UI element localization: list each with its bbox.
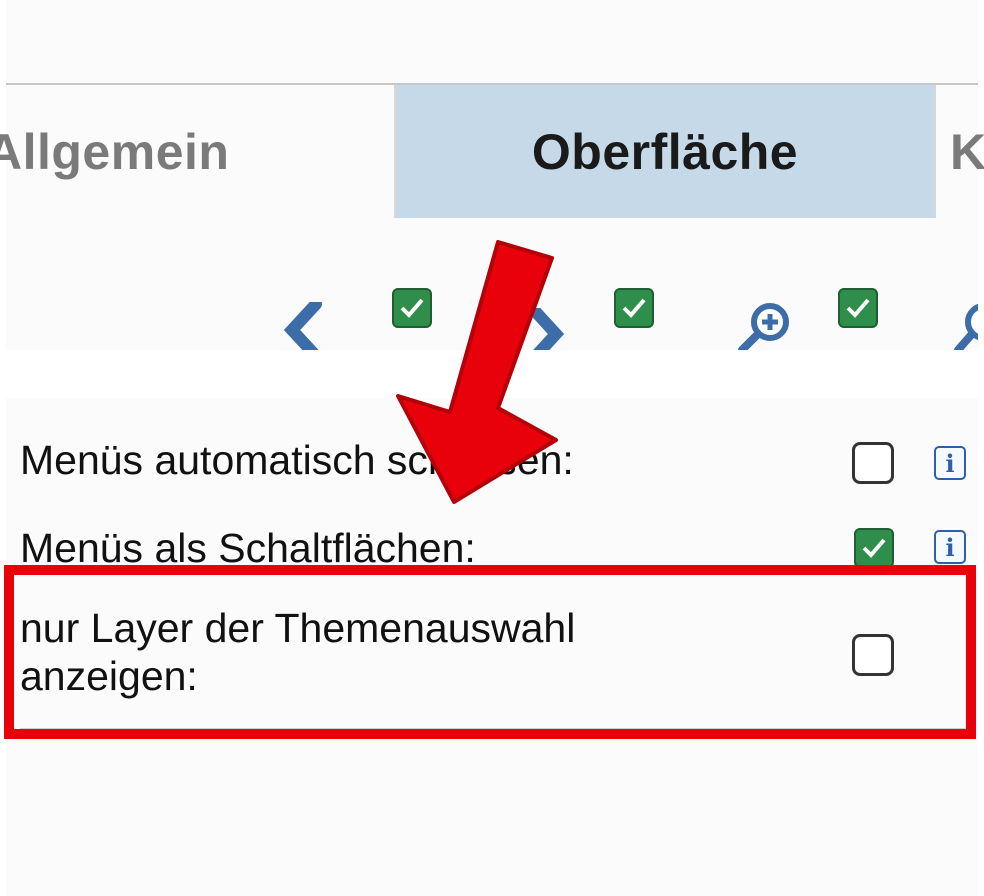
info-icon[interactable]: i <box>934 530 966 564</box>
checkbox-layer-theme-selection[interactable] <box>852 634 894 676</box>
settings-page: Allgemein Oberfläche K Menüs automatisch… <box>0 0 984 896</box>
tab-next-partial-label: K <box>950 123 984 180</box>
tab-oberflaeche[interactable]: Oberfläche <box>394 85 936 218</box>
zoom-out-icon <box>954 303 978 350</box>
chevron-left-icon <box>283 302 322 350</box>
tab-bar: Allgemein Oberfläche K <box>0 83 984 220</box>
checkmark-icon <box>846 298 870 318</box>
settings-list: Menüs automatisch schließen: i Menüs als… <box>6 398 978 896</box>
tab-allgemein-label: Allgemein <box>0 123 230 180</box>
setting-label-auto-close-menus: Menüs automatisch schließen: <box>20 437 574 483</box>
info-icon[interactable]: i <box>934 446 966 480</box>
toolbar-checkbox-3[interactable] <box>838 288 878 328</box>
checkmark-icon <box>862 538 886 558</box>
setting-label-line2: anzeigen: <box>20 653 198 699</box>
row-divider <box>20 728 970 730</box>
checkmark-icon <box>400 298 424 318</box>
tab-oberflaeche-label: Oberfläche <box>531 123 799 180</box>
tab-next-partial[interactable]: K <box>950 85 984 218</box>
zoom-in-icon <box>738 303 789 350</box>
section-gap <box>0 350 984 398</box>
checkmark-icon <box>622 298 646 318</box>
setting-label-line1: nur Layer der Themenauswahl <box>20 605 576 651</box>
chevron-right-icon <box>528 308 565 350</box>
setting-label-layer-theme-selection: nur Layer der Themenauswahl anzeigen: <box>20 604 575 700</box>
checkbox-auto-close-menus[interactable] <box>852 442 894 484</box>
toolbar-checkbox-1[interactable] <box>392 288 432 328</box>
heading-remnant <box>566 0 612 6</box>
checkbox-menus-as-buttons[interactable] <box>854 528 894 568</box>
tab-allgemein[interactable]: Allgemein <box>0 85 402 218</box>
toolbar-options-row <box>6 218 978 350</box>
toolbar-checkbox-2[interactable] <box>614 288 654 328</box>
setting-label-menus-as-buttons: Menüs als Schaltflächen: <box>20 525 476 571</box>
